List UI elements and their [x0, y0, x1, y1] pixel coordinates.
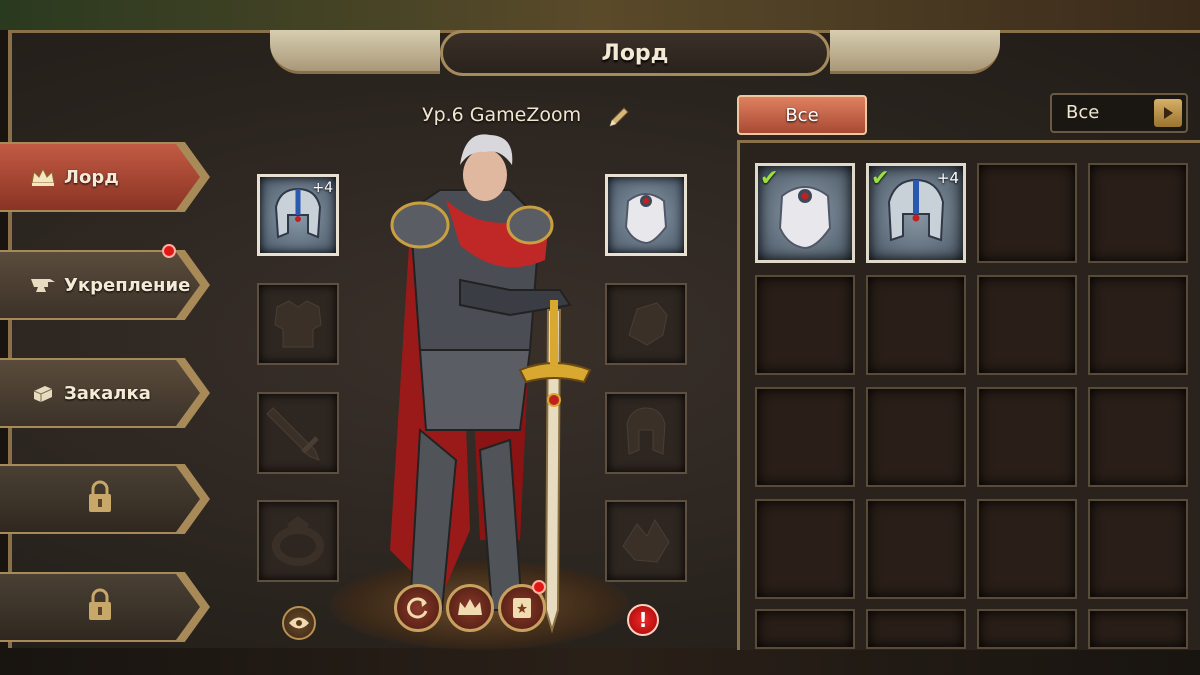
- lock-icon: [84, 479, 116, 520]
- page-title: Лорд: [601, 40, 669, 66]
- triangle-right-icon: [1154, 99, 1182, 127]
- notification-dot: [162, 244, 176, 258]
- dropdown-value: Все: [1066, 102, 1100, 123]
- enhance-level: +4: [936, 169, 959, 187]
- equipped-check-icon: ✔: [871, 166, 890, 191]
- tab-temper[interactable]: Закалка: [0, 360, 200, 426]
- inventory-cell[interactable]: [1088, 387, 1188, 487]
- inventory-cell[interactable]: [866, 275, 966, 375]
- cloak-slot[interactable]: [605, 174, 687, 256]
- tab-label: Закалка: [64, 382, 151, 404]
- eye-button[interactable]: [282, 606, 316, 640]
- inventory-cell[interactable]: [866, 609, 966, 649]
- crown-icon: [458, 599, 482, 615]
- exclamation-icon: !: [638, 608, 648, 632]
- anvil-icon: [30, 274, 56, 296]
- gauntlet-silhouette-icon: [628, 302, 668, 346]
- inventory-cell[interactable]: [977, 609, 1077, 649]
- alert-button[interactable]: !: [627, 604, 659, 636]
- boots-slot[interactable]: [605, 392, 687, 474]
- inventory-cell[interactable]: [866, 387, 966, 487]
- tab-locked-1[interactable]: [0, 466, 200, 532]
- pauldron-silhouette-icon: [622, 518, 670, 563]
- crown-icon: [30, 166, 56, 188]
- book-icon: [513, 598, 531, 618]
- cloak-icon: [624, 193, 668, 245]
- helmet-slot[interactable]: +4: [257, 174, 339, 256]
- inventory-cell[interactable]: [1088, 275, 1188, 375]
- inventory-cell[interactable]: [755, 387, 855, 487]
- lock-icon: [84, 587, 116, 628]
- category-dropdown[interactable]: Все: [1050, 93, 1188, 133]
- armor-slot[interactable]: [257, 283, 339, 365]
- inventory-cell[interactable]: [1088, 499, 1188, 599]
- sword-silhouette-icon: [266, 407, 320, 461]
- eye-icon: [289, 617, 309, 629]
- title-ornament-left: [270, 30, 440, 74]
- inventory-cell[interactable]: [755, 275, 855, 375]
- lord-hero-figure: [390, 134, 592, 634]
- inventory-cell[interactable]: [755, 499, 855, 599]
- tab-fortify[interactable]: Укрепление: [0, 252, 200, 318]
- armor-silhouette-icon: [274, 300, 322, 348]
- tab-label: Укрепление: [64, 274, 191, 296]
- inventory-cell[interactable]: [977, 275, 1077, 375]
- reset-button[interactable]: [394, 584, 442, 632]
- refresh-icon: [407, 597, 428, 619]
- weapon-slot[interactable]: [257, 392, 339, 474]
- tab-lord[interactable]: Лорд: [0, 144, 200, 210]
- ring-slot[interactable]: [257, 500, 339, 582]
- ring-silhouette-icon: [272, 516, 324, 566]
- helm-silhouette-icon: [626, 407, 666, 455]
- inventory-cell[interactable]: [866, 499, 966, 599]
- crown-button[interactable]: [446, 584, 494, 632]
- title-ornament-right: [830, 30, 1000, 74]
- filter-all-button[interactable]: Все: [737, 95, 867, 135]
- tab-locked-2[interactable]: [0, 574, 200, 640]
- whetstone-icon: [30, 382, 56, 404]
- background-top: [0, 0, 1200, 30]
- gloves-slot[interactable]: [605, 283, 687, 365]
- inventory-cell[interactable]: [755, 609, 855, 649]
- lord-name: Ур.6 GameZoom: [422, 104, 582, 126]
- enhance-level: +4: [312, 180, 333, 196]
- pencil-icon[interactable]: [606, 104, 632, 130]
- inventory-cell[interactable]: [977, 499, 1077, 599]
- notification-dot: [532, 580, 546, 594]
- equipped-check-icon: ✔: [760, 166, 779, 191]
- title-bar: Лорд: [440, 30, 830, 76]
- inventory-cell-helmet[interactable]: ✔ +4: [866, 163, 966, 263]
- accessory-slot[interactable]: [605, 500, 687, 582]
- tab-label: Лорд: [64, 166, 119, 188]
- inventory-cell[interactable]: [977, 163, 1077, 263]
- inventory-cell-cloak[interactable]: ✔: [755, 163, 855, 263]
- inventory-cell[interactable]: [1088, 609, 1188, 649]
- inventory-cell[interactable]: [1088, 163, 1188, 263]
- inventory-cell[interactable]: [977, 387, 1077, 487]
